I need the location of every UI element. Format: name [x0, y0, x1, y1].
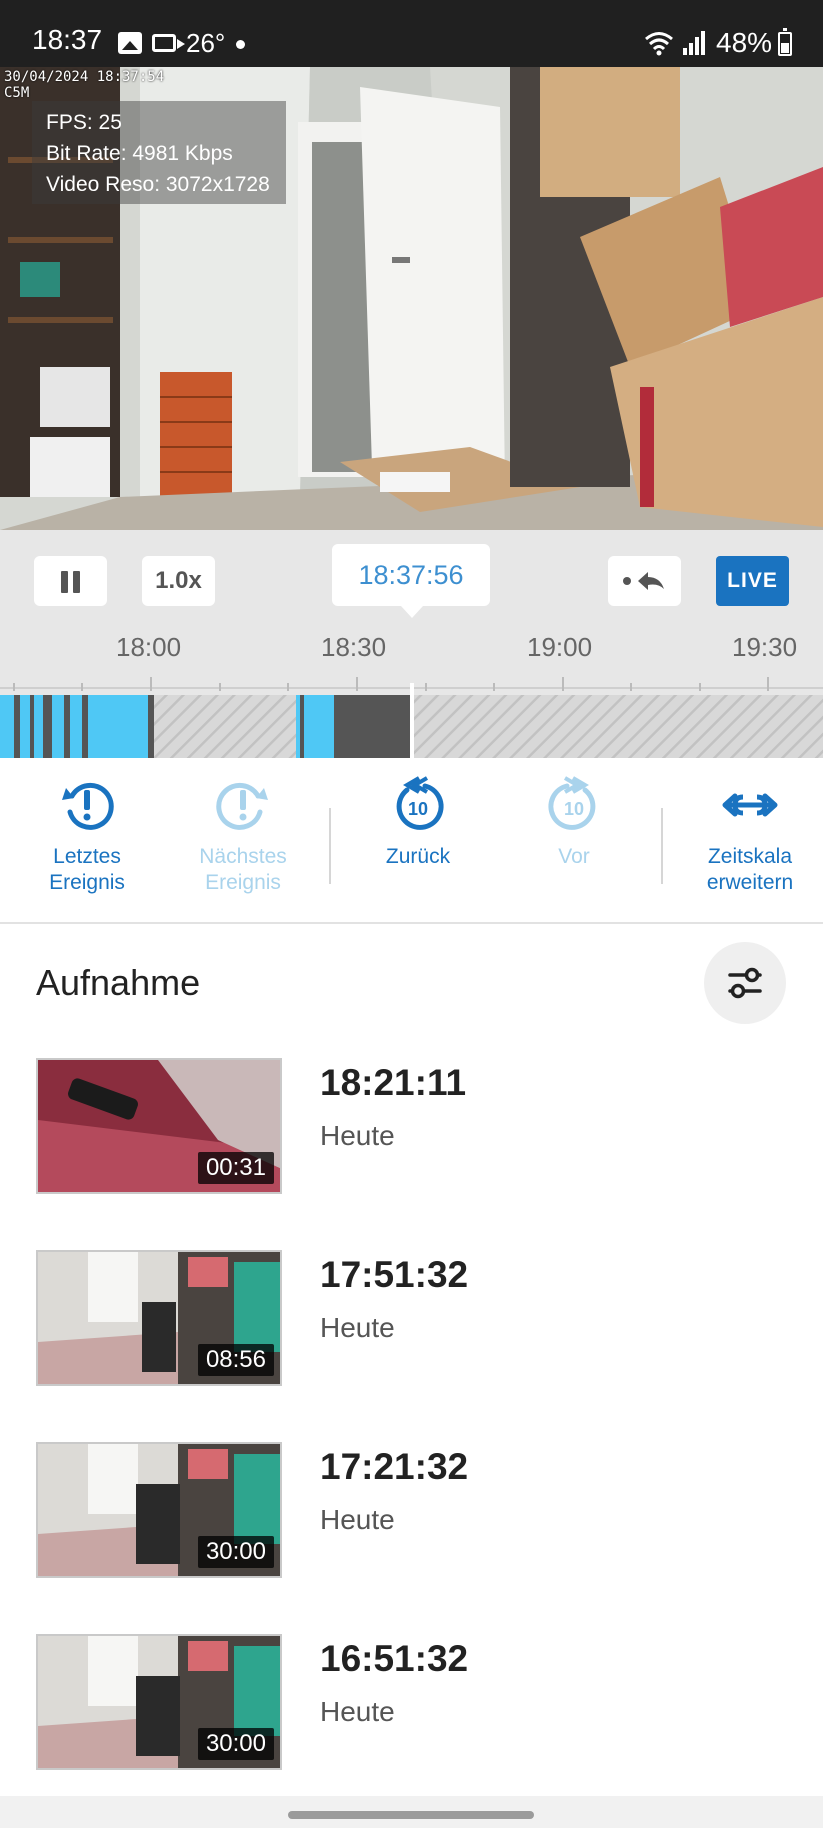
- status-bar: 18:37 26° 48%: [0, 0, 823, 67]
- forward-label: Vor: [558, 845, 590, 868]
- recording-thumbnail: 08:56: [36, 1250, 282, 1386]
- divider: [661, 808, 663, 884]
- rewind-10-icon: 10: [396, 776, 444, 830]
- status-time: 18:37: [32, 24, 103, 55]
- recording-time: 17:21:32: [320, 1446, 469, 1487]
- timeline-tick-label: 18:30: [321, 632, 387, 662]
- live-button[interactable]: LIVE: [716, 556, 789, 606]
- timeline-tick-label: 19:00: [527, 632, 593, 662]
- video-stats-overlay: FPS: 25 Bit Rate: 4981 Kbps Video Reso: …: [32, 101, 286, 204]
- status-temperature: 26°: [186, 28, 226, 58]
- video-timestamp: 30/04/2024 18:37:54: [4, 69, 165, 85]
- camera-icon: [152, 34, 185, 52]
- divider: [329, 808, 331, 884]
- battery-icon: [778, 28, 792, 56]
- recording-item[interactable]: 00:31 18:21:11 Heute: [36, 1058, 788, 1196]
- previous-event-button[interactable]: Letztes Ereignis: [12, 776, 162, 896]
- filter-button[interactable]: [704, 942, 786, 1024]
- rewind-label: Zurück: [385, 845, 451, 868]
- home-indicator[interactable]: [288, 1811, 534, 1819]
- previous-event-icon: [62, 782, 114, 830]
- expand-timeline-label-1: Zeitskala: [707, 845, 793, 868]
- recording-day: Heute: [320, 1504, 395, 1535]
- recording-duration: 00:31: [197, 1152, 274, 1184]
- video-camera-name: C5M: [4, 85, 30, 101]
- recording-item[interactable]: 30:00 16:51:32 Heute: [36, 1634, 788, 1772]
- previous-event-label-2: Ereignis: [49, 871, 125, 894]
- timeline-tick-label: 19:30: [732, 632, 798, 662]
- gallery-icon: [118, 32, 142, 54]
- recording-day: Heute: [320, 1120, 395, 1151]
- expand-timeline-button[interactable]: Zeitskala erweitern: [675, 776, 823, 896]
- next-event-label-1: Nächstes: [199, 845, 287, 868]
- playback-controls: 1.0x 18:37:56 LIVE 18:00 18:30 19:00 19:…: [0, 530, 823, 758]
- battery-percentage: 48%: [716, 27, 773, 58]
- next-event-label-2: Ereignis: [205, 871, 281, 894]
- video-resolution: Video Reso: 3072x1728: [46, 173, 270, 196]
- recording-duration: 08:56: [197, 1344, 274, 1376]
- previous-event-label-1: Letztes: [53, 845, 121, 868]
- forward-10-icon: 10: [548, 776, 596, 830]
- recordings-title: Aufnahme: [36, 962, 201, 1003]
- next-event-icon: [216, 782, 268, 830]
- timeline-scrubber[interactable]: [0, 673, 823, 758]
- video-fps: FPS: 25: [46, 111, 122, 134]
- recording-duration: 30:00: [197, 1728, 274, 1760]
- current-playback-time: 18:37:56: [332, 544, 490, 618]
- recording-thumbnail: 00:31: [36, 1058, 282, 1194]
- recording-duration: 30:00: [197, 1536, 274, 1568]
- svg-text:10: 10: [408, 799, 428, 819]
- timeline-tick-label: 18:00: [116, 632, 182, 662]
- event-navigation-bar: Letztes Ereignis Nächstes Ereignis 10 Zu…: [0, 758, 823, 924]
- recording-time: 16:51:32: [320, 1638, 469, 1679]
- recording-thumbnail: 30:00: [36, 1442, 282, 1578]
- signal-icon: [683, 31, 705, 55]
- dot-icon: [236, 40, 245, 49]
- recording-time: 17:51:32: [320, 1254, 469, 1295]
- recording-thumbnail: 30:00: [36, 1634, 282, 1770]
- expand-timeline-label-2: erweitern: [706, 871, 794, 894]
- filter-sliders-icon: [728, 967, 762, 999]
- pause-button[interactable]: [34, 556, 107, 606]
- recording-item[interactable]: 08:56 17:51:32 Heute: [36, 1250, 788, 1388]
- forward-10-button[interactable]: 10 Vor: [499, 776, 649, 870]
- recording-day: Heute: [320, 1312, 395, 1343]
- expand-timeline-icon: [722, 793, 778, 817]
- recording-time: 18:21:11: [320, 1062, 467, 1103]
- rewind-10-button[interactable]: 10 Zurück: [343, 776, 493, 870]
- wifi-icon: [645, 32, 673, 56]
- svg-text:10: 10: [564, 799, 584, 819]
- return-to-live-button[interactable]: [608, 556, 681, 606]
- recording-day: Heute: [320, 1696, 395, 1727]
- video-timestamp-overlay: 30/04/2024 18:37:54 C5M: [4, 69, 164, 101]
- playback-speed-button[interactable]: 1.0x: [142, 556, 215, 606]
- camera-video-feed[interactable]: 30/04/2024 18:37:54 C5M FPS: 25 Bit Rate…: [0, 67, 823, 530]
- video-bitrate: Bit Rate: 4981 Kbps: [46, 142, 233, 165]
- return-to-live-icon: [623, 572, 664, 590]
- recording-item[interactable]: 30:00 17:21:32 Heute: [36, 1442, 788, 1580]
- next-event-button[interactable]: Nächstes Ereignis: [168, 776, 318, 896]
